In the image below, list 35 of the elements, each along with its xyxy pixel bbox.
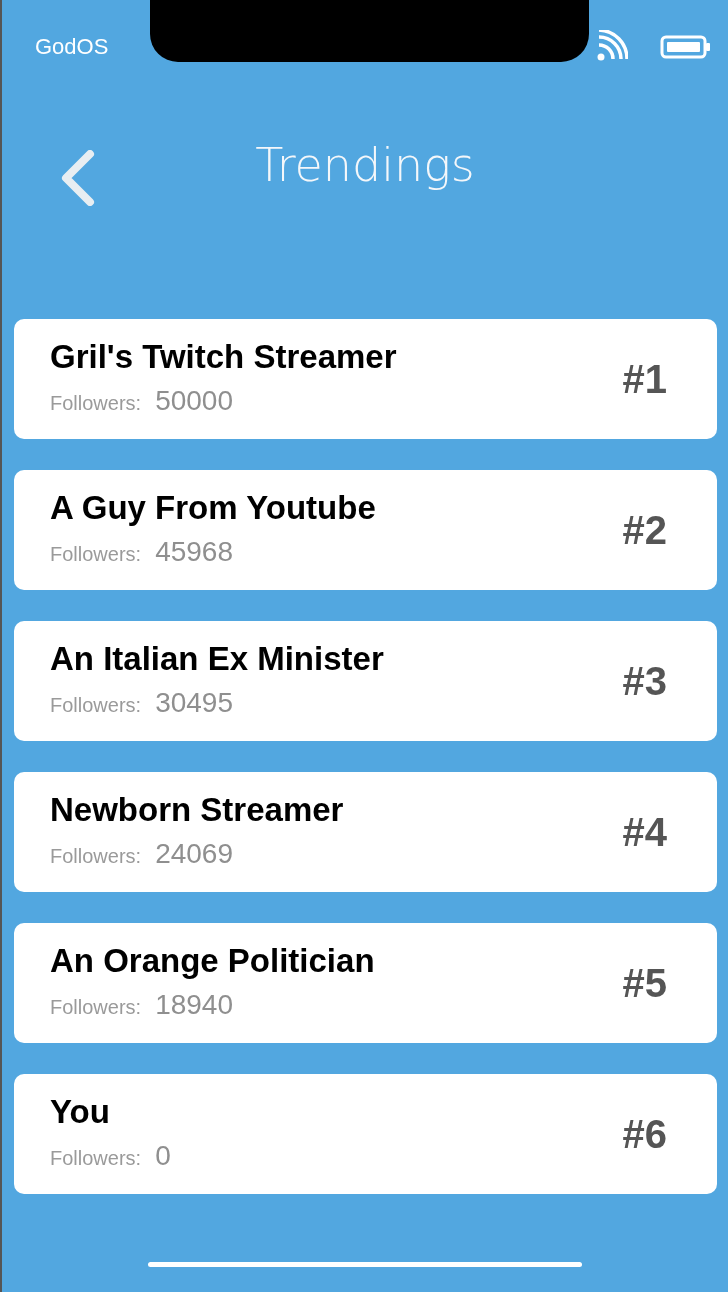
battery-icon [660,35,712,59]
followers-count: 0 [155,1138,171,1173]
followers-label: Followers: [50,1145,142,1171]
trending-card[interactable]: Newborn Streamer Followers: 24069 #4 [14,772,717,892]
followers-count: 50000 [155,383,233,418]
creator-name: An Italian Ex Minister [50,639,384,680]
rank-label: #2 [622,507,667,554]
followers-label: Followers: [50,843,142,869]
trending-card[interactable]: You Followers: 0 #6 [14,1074,717,1194]
creator-name: You [50,1092,111,1133]
wifi-icon [596,30,628,62]
followers-label: Followers: [50,994,142,1020]
rank-label: #5 [622,960,667,1007]
trending-card[interactable]: An Orange Politician Followers: 18940 #5 [14,923,717,1043]
followers-count: 24069 [155,836,233,871]
followers-label: Followers: [50,541,142,567]
followers-count: 45968 [155,534,233,569]
back-icon[interactable] [60,150,96,206]
followers-label: Followers: [50,390,142,416]
followers-count: 18940 [155,987,233,1022]
creator-name: An Orange Politician [50,941,375,982]
rank-label: #3 [622,658,667,705]
page-title: Trendings [255,142,475,188]
creator-name: Gril's Twitch Streamer [50,337,397,378]
followers-label: Followers: [50,692,142,718]
followers-count: 30495 [155,685,233,720]
carrier-label: GodOS [35,36,109,58]
creator-name: Newborn Streamer [50,790,344,831]
trending-card[interactable]: Gril's Twitch Streamer Followers: 50000 #1 [14,319,717,439]
trending-card[interactable]: An Italian Ex Minister Followers: 30495 #3 [14,621,717,741]
rank-label: #1 [622,356,667,403]
rank-label: #4 [622,809,667,856]
creator-name: A Guy From Youtube [50,488,376,529]
rank-label: #6 [622,1111,667,1158]
trending-card[interactable]: A Guy From Youtube Followers: 45968 #2 [14,470,717,590]
